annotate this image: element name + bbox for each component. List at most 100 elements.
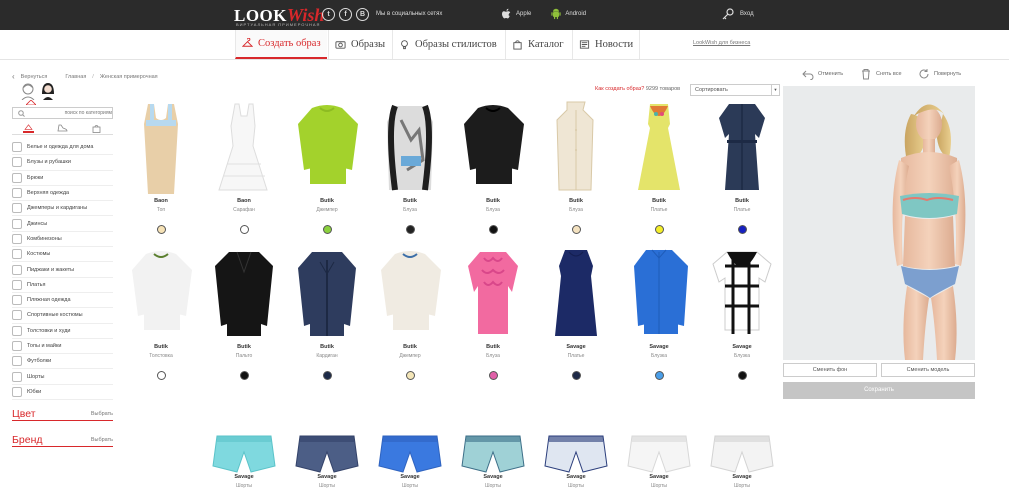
category-item[interactable]: Костюмы — [12, 247, 113, 263]
android-icon[interactable] — [551, 8, 561, 20]
product-image[interactable] — [211, 100, 277, 194]
color-swatch[interactable] — [406, 225, 415, 234]
save-button[interactable]: Сохранить — [783, 382, 975, 399]
apple-label[interactable]: Apple — [516, 11, 531, 17]
product-image[interactable] — [709, 100, 775, 194]
product-image[interactable] — [211, 246, 277, 340]
category-tabs — [12, 123, 113, 135]
howto-link[interactable]: Как создать образ? 9299 товаров — [595, 86, 680, 92]
category-item[interactable]: Джинсы — [12, 216, 113, 232]
vk-icon[interactable]: B — [356, 8, 369, 21]
color-swatch[interactable] — [489, 225, 498, 234]
male-icon[interactable] — [20, 82, 36, 100]
color-swatch[interactable] — [489, 371, 498, 380]
product-image[interactable] — [460, 246, 526, 340]
apple-icon[interactable] — [502, 8, 512, 20]
color-swatch[interactable] — [323, 225, 332, 234]
color-swatch[interactable] — [655, 225, 664, 234]
product-image[interactable] — [709, 246, 775, 340]
color-swatch[interactable] — [572, 225, 581, 234]
nav-create-look[interactable]: Создать образ — [235, 30, 327, 59]
product-image[interactable] — [543, 100, 609, 194]
category-item[interactable]: Пиджаки и жакеты — [12, 262, 113, 278]
logo[interactable]: LOOKWish ВИРТУАЛЬНАЯ ПРИМЕРОЧНАЯ — [234, 5, 324, 27]
color-swatch[interactable] — [323, 371, 332, 380]
home-link[interactable]: Главная — [65, 74, 86, 80]
color-swatch[interactable] — [738, 371, 747, 380]
product-type: Шорты — [236, 483, 252, 489]
category-item[interactable]: Платья — [12, 278, 113, 293]
product-image[interactable] — [377, 246, 443, 340]
category-item[interactable]: Шорты — [12, 369, 113, 385]
category-item[interactable]: Блузы и рубашки — [12, 155, 113, 171]
product-type: Блуза — [486, 207, 500, 213]
category-icon — [12, 264, 22, 275]
nav-catalog[interactable]: Каталог — [505, 30, 570, 59]
product-image[interactable] — [460, 100, 526, 194]
change-background-button[interactable]: Сменить фон — [783, 363, 877, 377]
category-item[interactable]: Толстовки и худи — [12, 324, 113, 339]
color-swatch[interactable] — [572, 371, 581, 380]
undo-button[interactable]: Отменить — [802, 68, 843, 80]
nav-looks[interactable]: Образы — [328, 30, 391, 59]
category-item[interactable]: Топы и майки — [12, 339, 113, 355]
remove-all-button[interactable]: Снять все — [860, 68, 902, 80]
facebook-icon[interactable]: f — [339, 8, 352, 21]
product-brand: Savage — [732, 474, 752, 480]
product-image[interactable] — [543, 246, 609, 340]
category-item[interactable]: Брюки — [12, 171, 113, 186]
color-swatch[interactable] — [157, 371, 166, 380]
product-image[interactable] — [626, 246, 692, 340]
female-icon[interactable] — [40, 82, 56, 100]
back-arrow-icon[interactable]: ‹ — [12, 72, 15, 81]
product-brand: Butik — [652, 198, 666, 204]
twitter-icon[interactable]: t — [322, 8, 335, 21]
color-swatch[interactable] — [655, 371, 664, 380]
nav-stylist-looks[interactable]: Образы стилистов — [392, 30, 503, 59]
color-filter[interactable]: Цвет Выбрать — [12, 407, 113, 421]
product-image[interactable] — [377, 100, 443, 194]
category-item[interactable]: Комбинезоны — [12, 232, 113, 248]
category-item[interactable]: Верхняя одежда — [12, 186, 113, 202]
category-item[interactable]: Юбки — [12, 385, 113, 401]
color-swatch[interactable] — [738, 225, 747, 234]
category-search[interactable] — [12, 107, 113, 119]
trash-icon — [862, 69, 870, 80]
color-filter-choose[interactable]: Выбрать — [91, 411, 113, 417]
category-label: Толстовки и худи — [27, 327, 71, 334]
clothes-tab-icon[interactable] — [23, 124, 35, 133]
brand-filter-choose[interactable]: Выбрать — [91, 437, 113, 443]
sort-select[interactable]: Сортировать ▼ — [690, 84, 780, 96]
social-icons: t f B — [322, 8, 369, 21]
business-link[interactable]: LookWish для бизнеса — [693, 40, 750, 46]
product-image[interactable] — [294, 246, 360, 340]
model-figure[interactable] — [783, 86, 975, 360]
product-image[interactable] — [128, 100, 194, 194]
back-link[interactable]: Вернуться — [21, 74, 48, 80]
category-item[interactable]: Пляжная одежда — [12, 293, 113, 309]
login-link[interactable]: Вход — [722, 8, 754, 20]
category-item[interactable]: Белье и одежда для дома — [12, 140, 113, 156]
product-image[interactable] — [128, 246, 194, 340]
product-image[interactable] — [626, 100, 692, 194]
nav-news[interactable]: Новости — [572, 30, 641, 59]
brand-filter[interactable]: Бренд Выбрать — [12, 433, 113, 447]
color-swatch[interactable] — [240, 371, 249, 380]
category-label: Юбки — [27, 388, 42, 395]
category-search-input[interactable] — [24, 110, 112, 116]
color-swatch[interactable] — [240, 225, 249, 234]
change-model-button[interactable]: Сменить модель — [881, 363, 975, 377]
product-image[interactable] — [294, 100, 360, 194]
top-bar: LOOKWish ВИРТУАЛЬНАЯ ПРИМЕРОЧНАЯ t f B М… — [0, 0, 1009, 30]
category-item[interactable]: Спортивные костюмы — [12, 308, 113, 324]
rotate-button[interactable]: Повернуть — [918, 68, 961, 80]
color-swatch[interactable] — [406, 371, 415, 380]
fitting-room-stage[interactable] — [783, 86, 975, 360]
color-swatch[interactable] — [157, 225, 166, 234]
android-label[interactable]: Android — [565, 11, 586, 17]
bags-tab-icon[interactable] — [91, 124, 102, 133]
category-item[interactable]: Футболки — [12, 354, 113, 370]
shoes-tab-icon[interactable] — [57, 124, 68, 133]
category-item[interactable]: Джемперы и кардиганы — [12, 201, 113, 217]
product-type: Шорты — [651, 483, 667, 489]
